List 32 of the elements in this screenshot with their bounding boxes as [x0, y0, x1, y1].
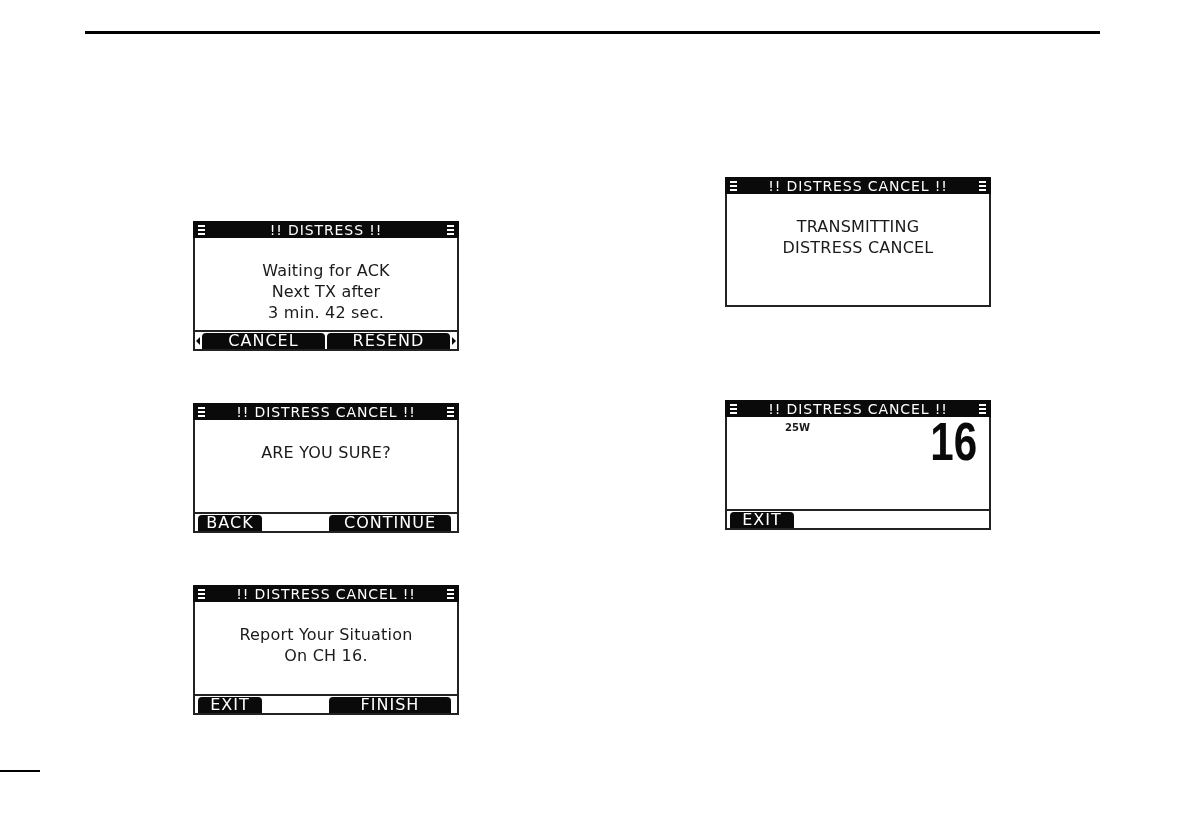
display-text: TRANSMITTING: [796, 216, 920, 237]
menu-icon: [979, 403, 986, 414]
display-text: ARE YOU SURE?: [261, 442, 391, 463]
screen-title: !! DISTRESS !!: [269, 221, 383, 238]
display-text: On CH 16.: [284, 645, 368, 666]
screen-title: !! DISTRESS CANCEL !!: [768, 400, 948, 417]
softkey-label: RESEND: [327, 333, 450, 349]
screen-title: !! DISTRESS CANCEL !!: [768, 177, 948, 194]
menu-icon: [198, 224, 205, 235]
menu-icon: [979, 180, 986, 191]
channel-number: 16: [930, 414, 977, 468]
softkey-label: EXIT: [730, 512, 794, 528]
power-level-text: 25W: [785, 422, 810, 434]
menu-icon: [198, 406, 205, 417]
display-text: DISTRESS CANCEL: [782, 237, 934, 258]
softkey-label: BACK: [198, 515, 262, 531]
display-text: Report Your Situation: [239, 624, 413, 645]
menu-icon: [198, 588, 205, 599]
menu-icon: [730, 180, 737, 191]
menu-icon: [447, 588, 454, 599]
menu-icon: [447, 406, 454, 417]
menu-icon: [447, 224, 454, 235]
display-text: 3 min. 42 sec.: [268, 302, 384, 323]
screen-title: !! DISTRESS CANCEL !!: [236, 585, 416, 602]
menu-icon: [730, 403, 737, 414]
screen-title: !! DISTRESS CANCEL !!: [236, 403, 416, 420]
display-text: Next TX after: [271, 281, 381, 302]
softkey-label: CONTINUE: [329, 515, 451, 531]
display-text: Waiting for ACK: [262, 260, 390, 281]
softkey-label: CANCEL: [202, 333, 325, 349]
softkey-label: EXIT: [198, 697, 262, 713]
softkey-label: FINISH: [329, 697, 451, 713]
